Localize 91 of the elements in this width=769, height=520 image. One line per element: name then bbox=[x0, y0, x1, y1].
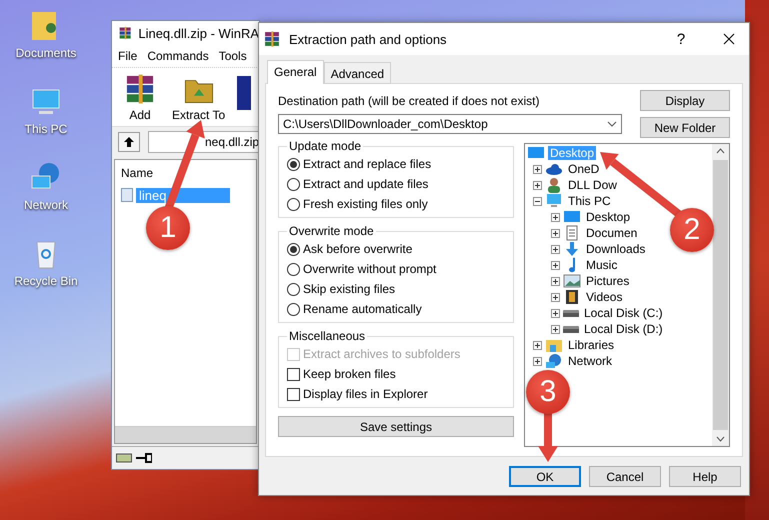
expand-icon[interactable] bbox=[533, 356, 542, 366]
expand-icon[interactable] bbox=[551, 212, 560, 222]
tree-item[interactable]: DLL Dow bbox=[566, 178, 619, 192]
key-icon bbox=[136, 453, 152, 463]
radio-icon[interactable] bbox=[287, 262, 300, 276]
books-icon bbox=[118, 24, 132, 42]
cloud-icon bbox=[545, 161, 563, 177]
field-label: Destination path (will be created if does not exist) bbox=[278, 94, 540, 108]
radio-option[interactable]: Fresh existing files only bbox=[287, 195, 505, 213]
tree-item[interactable]: Libraries bbox=[566, 338, 616, 352]
expand-icon[interactable] bbox=[551, 324, 560, 334]
drive-icon bbox=[563, 310, 579, 316]
close-icon bbox=[723, 33, 735, 45]
expand-icon[interactable] bbox=[533, 340, 542, 350]
group-title: Update mode bbox=[288, 139, 362, 153]
desktop-icon bbox=[527, 145, 545, 161]
film-icon bbox=[563, 289, 581, 305]
expand-icon[interactable] bbox=[551, 244, 560, 254]
tree-item[interactable]: OneD bbox=[566, 162, 602, 176]
radio-option[interactable]: Extract and update files bbox=[287, 175, 505, 193]
music-note-icon bbox=[568, 257, 576, 273]
tab[interactable]: Advanced bbox=[324, 62, 392, 84]
radio-option[interactable]: Extract and replace files bbox=[287, 155, 505, 173]
dialog-button[interactable]: Cancel bbox=[589, 466, 661, 487]
checkbox-icon[interactable] bbox=[287, 368, 300, 380]
dialog-button[interactable]: Help bbox=[669, 466, 741, 487]
checkbox-option[interactable]: Display files in Explorer bbox=[287, 385, 505, 403]
vertical-scrollbar[interactable] bbox=[712, 144, 729, 446]
expand-icon[interactable] bbox=[551, 260, 560, 270]
radio-icon[interactable] bbox=[287, 178, 300, 190]
menu-item[interactable]: File bbox=[118, 49, 138, 63]
checkbox-option[interactable]: Keep broken files bbox=[287, 365, 505, 383]
tree-item[interactable]: Documen bbox=[584, 226, 640, 240]
group-title: Miscellaneous bbox=[288, 329, 366, 343]
picture-icon bbox=[563, 273, 581, 289]
books-icon bbox=[263, 30, 281, 48]
desktop-icon bbox=[563, 209, 581, 225]
radio-icon[interactable] bbox=[287, 282, 300, 296]
tab[interactable]: General bbox=[267, 60, 324, 84]
expand-icon[interactable] bbox=[533, 164, 542, 174]
help-button[interactable]: ? bbox=[661, 24, 701, 54]
radio-icon[interactable] bbox=[287, 242, 300, 256]
expand-icon[interactable] bbox=[551, 292, 560, 302]
tree-item[interactable]: Pictures bbox=[584, 274, 632, 288]
expand-icon[interactable] bbox=[551, 308, 560, 318]
tree-item[interactable]: Network bbox=[566, 354, 614, 368]
menu-item[interactable]: Tools bbox=[218, 49, 247, 63]
collapse-icon[interactable] bbox=[533, 196, 542, 206]
file-icon bbox=[121, 188, 133, 202]
radio-icon[interactable] bbox=[287, 302, 300, 316]
toolbar-button[interactable]: Extract To bbox=[172, 72, 226, 122]
menu-item[interactable]: Commands bbox=[147, 49, 209, 63]
chevron-down-icon bbox=[607, 121, 617, 127]
dialog-title: Extraction path and options bbox=[289, 32, 448, 46]
monitor-icon bbox=[545, 193, 563, 209]
expand-icon[interactable] bbox=[551, 228, 560, 238]
radio-icon[interactable] bbox=[287, 198, 300, 210]
radio-option[interactable]: Rename automatically bbox=[287, 300, 505, 318]
tree-item[interactable]: Local Disk (C:) bbox=[582, 306, 665, 320]
radio-option[interactable]: Overwrite without prompt bbox=[287, 260, 505, 278]
save-settings-button[interactable]: Save settings bbox=[278, 416, 514, 437]
group-title: Overwrite mode bbox=[288, 224, 375, 238]
tree-item[interactable]: Local Disk (D:) bbox=[582, 322, 665, 336]
folder-icon bbox=[545, 337, 563, 353]
up-folder-button[interactable] bbox=[118, 132, 140, 152]
address-field[interactable]: neq.dll.zip bbox=[148, 131, 259, 153]
dialog-button[interactable]: Display bbox=[640, 90, 730, 111]
radio-icon[interactable] bbox=[287, 158, 300, 170]
dialog-button[interactable]: New Folder bbox=[640, 117, 730, 138]
horizontal-scrollbar[interactable] bbox=[115, 426, 256, 443]
tree-item[interactable]: Music bbox=[584, 258, 620, 272]
up-arrow-icon bbox=[123, 136, 135, 148]
drive-icon bbox=[116, 452, 132, 464]
column-header[interactable]: Name bbox=[121, 166, 154, 180]
person-icon bbox=[545, 177, 563, 193]
window-title: Lineq.dll.zip - WinRA bbox=[138, 26, 259, 40]
tree-item[interactable]: This PC bbox=[566, 194, 613, 208]
expand-icon[interactable] bbox=[533, 180, 542, 190]
expand-icon[interactable] bbox=[551, 276, 560, 286]
radio-option[interactable]: Ask before overwrite bbox=[287, 240, 505, 258]
toolbar-button[interactable]: Add bbox=[120, 72, 160, 122]
drive-icon bbox=[563, 326, 579, 332]
globe-icon bbox=[545, 353, 563, 369]
dialog-button[interactable]: OK bbox=[509, 466, 581, 487]
destination-path-field[interactable]: C:\Users\DllDownloader_com\Desktop bbox=[278, 114, 622, 134]
down-arrow-icon bbox=[563, 241, 581, 257]
tree-item[interactable]: Downloads bbox=[584, 242, 648, 256]
tree-item[interactable]: Videos bbox=[584, 290, 624, 304]
checkbox-icon[interactable] bbox=[287, 388, 300, 400]
tree-item[interactable]: Desktop bbox=[584, 210, 632, 224]
radio-option[interactable]: Skip existing files bbox=[287, 280, 505, 298]
